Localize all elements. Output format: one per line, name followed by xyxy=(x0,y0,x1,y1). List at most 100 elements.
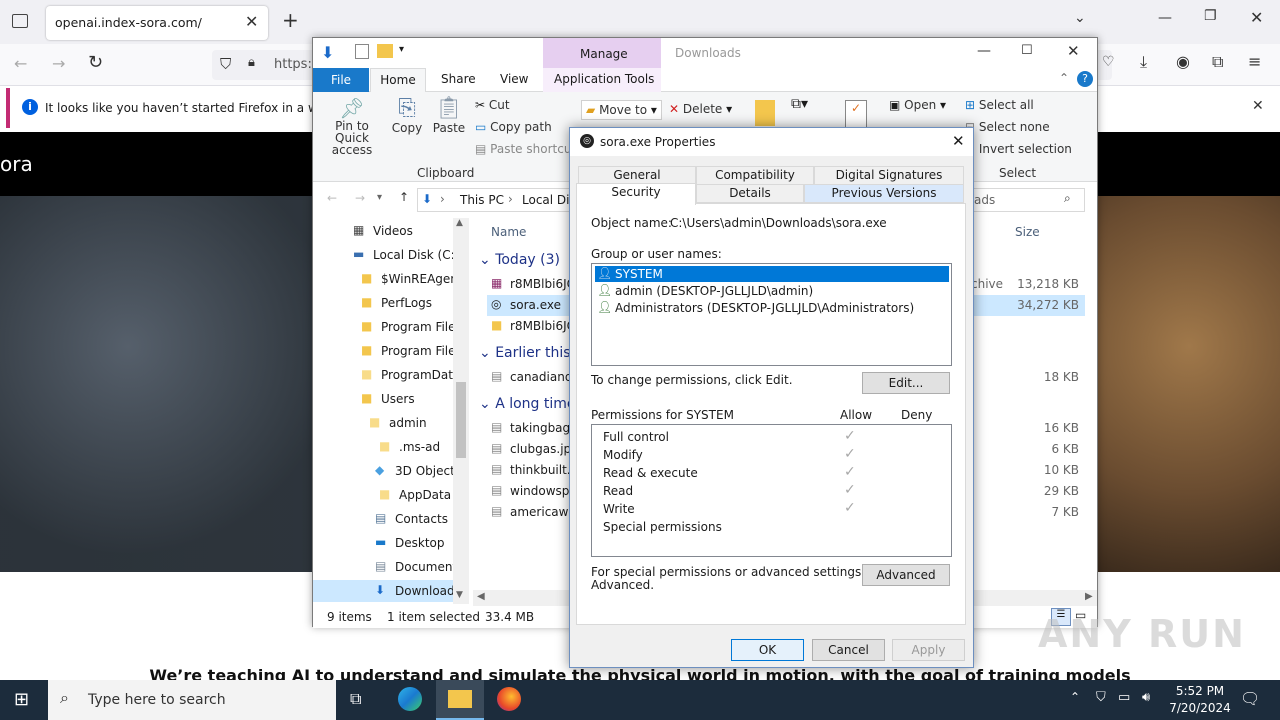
new-item-icon[interactable]: ⧉▾ xyxy=(791,96,808,112)
manage-tab-header[interactable]: Manage xyxy=(543,38,661,68)
edge-icon[interactable] xyxy=(398,687,422,711)
new-folder-qa-icon[interactable] xyxy=(377,44,393,58)
collapse-ribbon-icon[interactable]: ⌃ xyxy=(1059,71,1069,85)
maximize-icon[interactable]: ☐ xyxy=(1021,43,1033,58)
nav-item[interactable]: ■ Users xyxy=(313,388,453,410)
minimize-icon[interactable]: — xyxy=(1158,10,1172,26)
shield-icon[interactable]: ⛉ xyxy=(220,55,231,73)
tab-application-tools[interactable]: Application Tools xyxy=(543,68,661,92)
open-button[interactable]: ▣ Open ▾ xyxy=(889,98,946,112)
breadcrumb-this-pc[interactable]: This PC xyxy=(460,193,504,207)
browser-tab[interactable]: openai.index-sora.com/ ✕ xyxy=(46,6,268,40)
tab-home[interactable]: Home xyxy=(370,68,426,93)
file-group-header[interactable]: ⌄ Today (3) xyxy=(479,252,560,268)
new-tab-icon[interactable]: + xyxy=(282,8,299,32)
cut-button[interactable]: ✂ Cut xyxy=(475,98,510,112)
site-logo[interactable]: ora xyxy=(0,152,33,176)
tab-details[interactable]: Details xyxy=(696,184,804,203)
help-icon[interactable]: ? xyxy=(1077,71,1093,87)
nav-scroll-thumb[interactable] xyxy=(456,382,466,458)
dialog-close-icon[interactable]: ✕ xyxy=(952,132,965,150)
nav-item[interactable]: ▬ Desktop xyxy=(313,532,453,554)
account-icon[interactable]: ◉ xyxy=(1176,52,1190,71)
apply-button[interactable]: Apply xyxy=(892,639,965,661)
windows-start-icon[interactable]: ⊞ xyxy=(14,689,29,710)
nav-item[interactable]: ■ ProgramData xyxy=(313,364,460,386)
user-list-item[interactable]: 👤︎ admin (DESKTOP-JGLLJLD\admin) xyxy=(595,283,949,299)
properties-icon[interactable]: ✓ xyxy=(845,100,867,128)
nav-item[interactable]: ◆ 3D Objects xyxy=(313,460,461,482)
clock-time[interactable]: 5:52 PM xyxy=(1170,684,1230,698)
nav-item[interactable]: ■ AppData xyxy=(313,484,453,506)
advanced-button[interactable]: Advanced xyxy=(862,564,950,586)
user-list-item[interactable]: 👤︎ SYSTEM xyxy=(595,266,949,282)
close-window-icon[interactable]: ✕ xyxy=(1067,42,1080,60)
nav-item[interactable]: ▬ Local Disk (C:) xyxy=(313,244,459,266)
volume-icon[interactable]: 🔊︎ xyxy=(1142,690,1150,705)
paste-shortcut-button[interactable]: ▤ Paste shortcut xyxy=(475,142,576,156)
nav-item[interactable]: ■ Program Files xyxy=(313,316,462,338)
file-group-header[interactable]: ⌄ Earlier this y xyxy=(479,345,583,361)
extensions-icon[interactable]: ⧉ xyxy=(1212,52,1223,72)
clock-date[interactable]: 7/20/2024 xyxy=(1164,701,1236,715)
tab-view[interactable]: View xyxy=(500,72,528,86)
lock-icon[interactable]: 🔒︎ xyxy=(248,55,255,70)
restore-icon[interactable]: ❐ xyxy=(1204,8,1217,24)
close-notice-icon[interactable]: ✕ xyxy=(1252,98,1264,114)
nav-item[interactable]: ■ Program Files xyxy=(313,340,462,362)
nav-scrollbar[interactable]: ▲ ▼ xyxy=(453,218,469,604)
pin-quick-access-button[interactable]: 📌︎ Pin to Quick access xyxy=(319,96,385,156)
file-group-header[interactable]: ⌄ A long time xyxy=(479,396,576,412)
forward-icon[interactable]: → xyxy=(52,54,65,73)
nav-item[interactable]: ■ .ms-ad xyxy=(313,436,453,458)
new-folder-icon[interactable] xyxy=(755,100,775,126)
nav-item[interactable]: ⬇ Downloads xyxy=(313,580,461,602)
select-none-button[interactable]: ⊟ Select none xyxy=(965,120,1050,134)
properties-qa-icon[interactable] xyxy=(355,44,369,59)
column-name[interactable]: Name xyxy=(491,225,526,239)
nav-item[interactable]: ■ admin xyxy=(313,412,453,434)
taskbar-search[interactable]: ⌕ Type here to search xyxy=(48,680,336,720)
copy-path-button[interactable]: ▭ Copy path xyxy=(475,120,552,134)
ok-button[interactable]: OK xyxy=(731,639,804,661)
nav-item[interactable]: ■ PerfLogs xyxy=(313,292,453,314)
forward-icon[interactable]: → xyxy=(355,191,365,205)
tab-compatibility[interactable]: Compatibility xyxy=(696,166,814,185)
delete-button[interactable]: ✕ Delete ▾ xyxy=(669,102,732,116)
column-size[interactable]: Size xyxy=(1015,225,1040,239)
tab-share[interactable]: Share xyxy=(441,72,476,86)
back-icon[interactable]: ← xyxy=(14,54,27,73)
cancel-button[interactable]: Cancel xyxy=(812,639,885,661)
select-all-button[interactable]: ⊞ Select all xyxy=(965,98,1034,112)
user-list-item[interactable]: 👤︎ Administrators (DESKTOP-JGLLJLD\Admini… xyxy=(595,300,949,316)
qa-dropdown-icon[interactable]: ▾ xyxy=(399,44,404,55)
edit-button[interactable]: Edit... xyxy=(862,372,950,394)
close-tab-icon[interactable]: ✕ xyxy=(245,12,258,31)
nav-item[interactable]: ▦ Videos xyxy=(313,220,453,242)
paste-button[interactable]: 📋︎ Paste xyxy=(431,96,467,135)
menu-icon[interactable]: ≡ xyxy=(1248,52,1261,71)
network-icon[interactable]: ▭ xyxy=(1118,690,1130,705)
tab-list-icon[interactable] xyxy=(12,14,28,28)
invert-selection-button[interactable]: ⊠ Invert selection xyxy=(965,142,1072,156)
copy-button[interactable]: ⎘ Copy xyxy=(391,96,423,135)
reload-icon[interactable]: ↻ xyxy=(88,52,103,73)
nav-item[interactable]: ▤ Contacts xyxy=(313,508,453,530)
tab-security[interactable]: Security xyxy=(576,183,696,205)
downloads-icon[interactable]: ⤓ xyxy=(1140,52,1147,72)
firefox-icon[interactable] xyxy=(497,687,521,711)
recent-locations-icon[interactable]: ▾ xyxy=(377,192,382,203)
up-icon[interactable]: ↑ xyxy=(399,190,409,204)
back-icon[interactable]: ← xyxy=(327,191,337,205)
nav-item[interactable]: ■ $WinREAgent xyxy=(313,268,463,290)
file-explorer-taskbar-button[interactable] xyxy=(436,680,484,720)
shield-tray-icon[interactable]: ⛉ xyxy=(1096,690,1106,705)
notifications-icon[interactable]: 🗨︎ xyxy=(1240,689,1260,708)
chevron-down-icon[interactable]: ⌄ xyxy=(1074,10,1086,26)
tab-file[interactable]: File xyxy=(313,68,369,92)
minimize-icon[interactable]: — xyxy=(977,43,991,59)
chevron-up-icon[interactable]: ⌃ xyxy=(1070,690,1080,704)
move-to-button[interactable]: ▰ Move to ▾ xyxy=(581,100,662,120)
tab-previous-versions[interactable]: Previous Versions xyxy=(804,184,964,203)
nav-item[interactable]: ▤ Documents xyxy=(313,556,463,578)
